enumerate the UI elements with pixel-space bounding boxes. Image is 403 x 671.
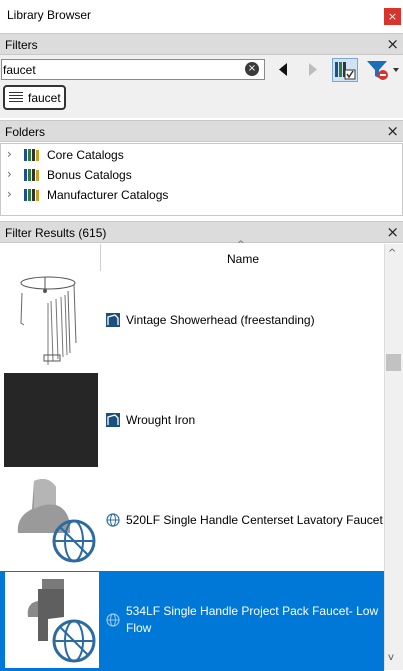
showerhead-thumbnail	[20, 276, 77, 365]
result-name-line-1: 534LF Single Handle Project Pack Faucet-…	[126, 604, 379, 618]
folder-item-bonus-catalogs[interactable]: › Bonus Catalogs	[1, 165, 401, 185]
faucet-thumbnail	[17, 479, 96, 563]
result-name: 520LF Single Handle Centerset Lavatory F…	[126, 513, 383, 527]
name-column-label: Name	[227, 252, 260, 266]
catalog-item-icon	[106, 313, 120, 327]
folder-label: Manufacturer Catalogs	[47, 188, 169, 202]
folders-tree: › Core Catalogs › Bonus Catalogs › Manuf…	[0, 143, 403, 216]
folders-header-label: Folders	[5, 125, 46, 139]
result-row-520lf-faucet[interactable]: 520LF Single Handle Centerset Lavatory F…	[0, 471, 384, 571]
scroll-up-arrow-icon[interactable]: ^	[388, 248, 396, 259]
results-header: Filter Results (615) ×	[0, 221, 403, 243]
filters-header-label: Filters	[5, 38, 38, 52]
results-header-label: Filter Results (615)	[5, 226, 107, 240]
expand-chevron-icon[interactable]: ›	[7, 147, 12, 161]
results-scrollbar[interactable]	[384, 244, 403, 670]
scrollbar-thumb[interactable]	[386, 354, 401, 371]
results-close-button[interactable]: ×	[386, 223, 399, 241]
catalog-item-icon	[106, 413, 120, 427]
folder-item-core-catalogs[interactable]: › Core Catalogs	[1, 145, 401, 165]
result-name-line-2: Flow	[126, 621, 152, 635]
folders-close-button[interactable]: ×	[386, 122, 399, 140]
faucet-thumbnail	[27, 579, 96, 663]
folder-label: Core Catalogs	[47, 148, 124, 162]
folders-header: Folders ×	[0, 120, 403, 142]
window-title: Library Browser	[7, 8, 92, 22]
filters-close-button[interactable]: ×	[386, 35, 399, 53]
expand-chevron-icon[interactable]: ›	[7, 187, 12, 201]
search-input[interactable]	[3, 61, 241, 78]
scroll-down-arrow-icon[interactable]: v	[388, 652, 394, 663]
filter-tag-label: faucet	[28, 91, 61, 105]
funnel-icon[interactable]	[364, 58, 400, 82]
thumbnail-column-header[interactable]	[0, 244, 100, 271]
tag-lines-icon	[9, 92, 23, 104]
result-row-vintage-showerhead[interactable]: Vintage Showerhead (freestanding)	[0, 271, 384, 371]
web-globe-icon	[106, 513, 120, 527]
catalog-filter-icon[interactable]	[332, 58, 358, 82]
result-row-wrought-iron[interactable]: Wrought Iron	[0, 371, 384, 471]
catalog-books-icon	[24, 169, 39, 181]
filter-tag-chip[interactable]: faucet	[3, 85, 66, 110]
wrought-iron-thumbnail	[4, 373, 98, 467]
result-name: Vintage Showerhead (freestanding)	[126, 313, 315, 327]
result-name: Wrought Iron	[126, 413, 196, 427]
filters-header: Filters ×	[0, 33, 403, 55]
catalog-books-icon	[24, 149, 39, 161]
expand-chevron-icon[interactable]: ›	[7, 167, 12, 181]
folder-item-manufacturer-catalogs[interactable]: › Manufacturer Catalogs	[1, 185, 401, 205]
next-arrow-icon[interactable]	[302, 59, 322, 80]
catalog-books-icon	[24, 189, 39, 201]
clear-search-button[interactable]: ×	[245, 62, 259, 76]
sort-ascending-icon: ^	[237, 240, 245, 250]
prev-arrow-icon[interactable]	[274, 59, 294, 80]
result-row-534lf-faucet[interactable]: 534LF Single Handle Project Pack Faucet-…	[0, 571, 384, 671]
close-window-button[interactable]: ×	[384, 8, 401, 25]
web-globe-icon	[106, 613, 120, 627]
folder-label: Bonus Catalogs	[47, 168, 132, 182]
search-box	[1, 59, 265, 80]
